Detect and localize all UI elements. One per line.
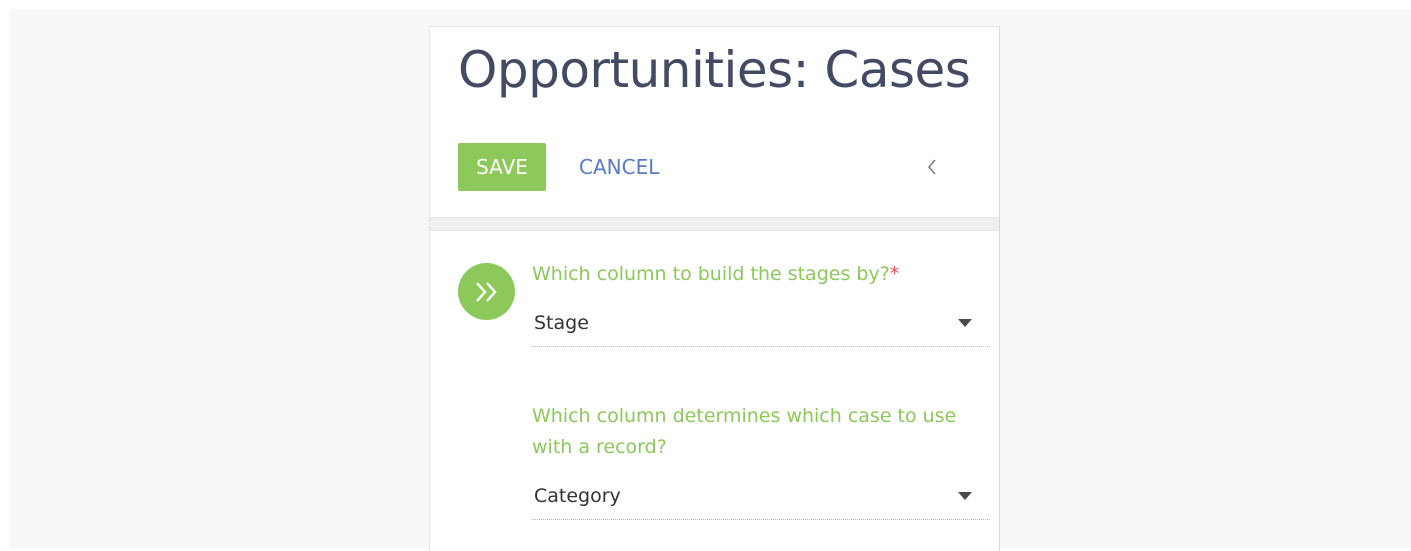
dropdown-arrow-icon[interactable] [958, 319, 972, 327]
section-divider [430, 217, 999, 231]
case-column-select[interactable]: Category [532, 481, 990, 520]
dropdown-arrow-icon[interactable] [958, 492, 972, 500]
stages-column-label-text: Which column to build the stages by? [532, 263, 890, 285]
chevron-left-icon[interactable] [920, 153, 944, 181]
case-column-label: Which column determines which case to us… [532, 405, 957, 458]
stages-column-select[interactable]: Stage [532, 308, 990, 347]
stages-column-value: Stage [534, 312, 589, 334]
stages-column-label: Which column to build the stages by?* [532, 259, 982, 290]
save-button[interactable]: SAVE [458, 143, 546, 191]
case-column-value: Category [534, 485, 621, 507]
required-marker: * [889, 263, 900, 285]
double-chevron-right-icon [458, 263, 515, 320]
cancel-button[interactable]: CANCEL [579, 143, 659, 191]
case-settings-panel: Opportunities: Cases SAVE CANCEL Which c… [429, 26, 1000, 551]
page-title: Opportunities: Cases [458, 41, 971, 99]
